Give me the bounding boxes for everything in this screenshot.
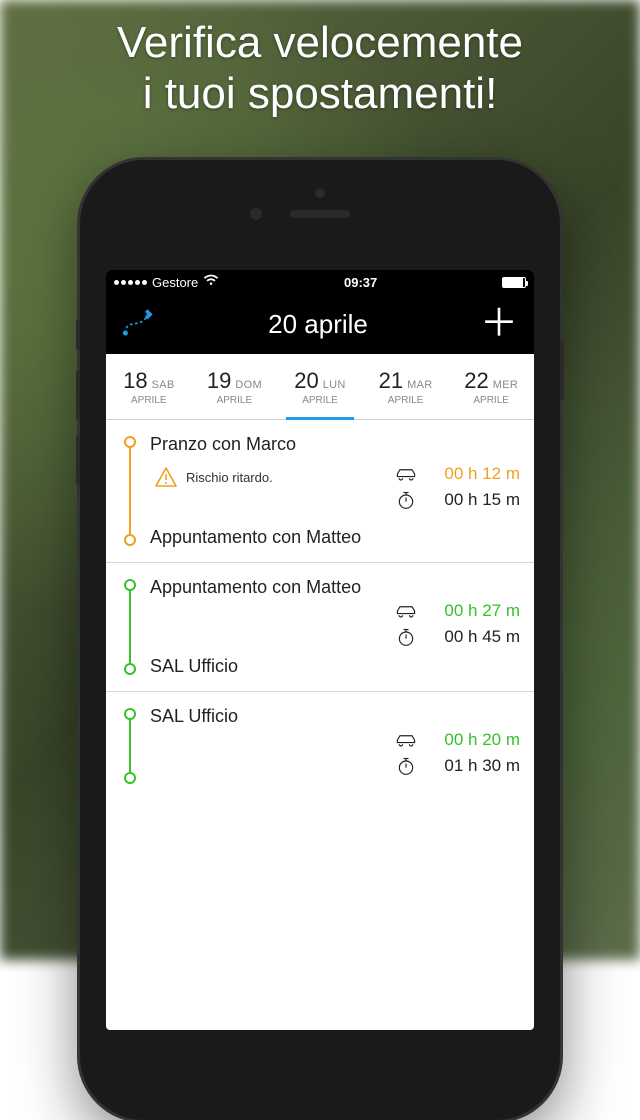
date-cell-3[interactable]: 21 MAR APRILE (363, 354, 449, 419)
phone-frame: Gestore 09:37 20 aprile ＋ 18 SAB APRILE (80, 160, 560, 1120)
stopwatch-icon (394, 756, 418, 776)
date-month: APRILE (388, 395, 424, 406)
date-month: APRILE (131, 395, 167, 406)
carrier-label: Gestore (152, 275, 198, 290)
tagline-line2: i tuoi spostamenti! (143, 69, 498, 118)
date-month: APRILE (473, 395, 509, 406)
car-icon (394, 730, 418, 750)
phone-vol-up (76, 370, 80, 420)
trip-to: SAL Ufficio (150, 656, 520, 677)
app-screen: Gestore 09:37 20 aprile ＋ 18 SAB APRILE (106, 270, 534, 1030)
trip-metrics: 00 h 12 m 00 h 15 m (394, 464, 520, 510)
date-num: 19 (207, 368, 231, 394)
date-cell-2[interactable]: 20 LUN APRILE (277, 354, 363, 419)
timeline-indicator (124, 579, 138, 675)
phone-speaker (290, 210, 350, 218)
tagline-line1: Verifica velocemente (117, 18, 523, 67)
stopwatch-icon (394, 490, 418, 510)
nav-header: 20 aprile ＋ (106, 294, 534, 354)
available-time: 00 h 15 m (428, 490, 520, 510)
date-dow: MAR (407, 379, 432, 391)
date-num: 18 (123, 368, 147, 394)
date-dow: SAB (152, 379, 175, 391)
timeline-indicator (124, 436, 138, 546)
trip-from: Appuntamento con Matteo (150, 577, 520, 598)
date-dow: LUN (323, 379, 346, 391)
phone-sensor (315, 188, 325, 198)
route-icon[interactable] (122, 307, 156, 342)
car-icon (394, 601, 418, 621)
warning-text: Rischio ritardo. (186, 470, 273, 485)
travel-time: 00 h 12 m (428, 464, 520, 484)
trip-item[interactable]: SAL Ufficio 00 h 20 m 01 h 30 m (106, 692, 534, 800)
status-bar: Gestore 09:37 (106, 270, 534, 294)
date-num: 20 (294, 368, 318, 394)
available-time: 01 h 30 m (428, 756, 520, 776)
date-cell-4[interactable]: 22 MER APRILE (448, 354, 534, 419)
date-dow: DOM (235, 379, 262, 391)
trip-item[interactable]: Appuntamento con Matteo SAL Ufficio 00 h… (106, 563, 534, 692)
trip-from: SAL Ufficio (150, 706, 520, 727)
add-button[interactable]: ＋ (480, 305, 518, 343)
trip-to: Appuntamento con Matteo (150, 527, 520, 548)
date-month: APRILE (217, 395, 253, 406)
trip-metrics: 00 h 20 m 01 h 30 m (394, 730, 520, 776)
date-cell-0[interactable]: 18 SAB APRILE (106, 354, 192, 419)
date-cell-1[interactable]: 19 DOM APRILE (192, 354, 278, 419)
car-icon (394, 464, 418, 484)
trip-list: Pranzo con Marco Rischio ritardo. Appunt… (106, 420, 534, 800)
stopwatch-icon (394, 627, 418, 647)
status-time: 09:37 (344, 275, 377, 290)
battery-icon (502, 277, 526, 288)
date-num: 22 (464, 368, 488, 394)
trip-from: Pranzo con Marco (150, 434, 520, 455)
timeline-indicator (124, 708, 138, 784)
date-strip: 18 SAB APRILE 19 DOM APRILE 20 LUN APRILE 2… (106, 354, 534, 420)
phone-power (560, 340, 564, 400)
date-month: APRILE (302, 395, 338, 406)
available-time: 00 h 45 m (428, 627, 520, 647)
phone-camera (250, 208, 262, 220)
travel-time: 00 h 27 m (428, 601, 520, 621)
trip-item[interactable]: Pranzo con Marco Rischio ritardo. Appunt… (106, 420, 534, 563)
phone-vol-down (76, 435, 80, 485)
wifi-icon (203, 274, 219, 290)
date-dow: MER (493, 379, 518, 391)
signal-dots-icon (114, 280, 147, 285)
date-num: 21 (379, 368, 403, 394)
warning-icon (154, 465, 178, 489)
nav-title: 20 aprile (268, 309, 368, 340)
travel-time: 00 h 20 m (428, 730, 520, 750)
trip-metrics: 00 h 27 m 00 h 45 m (394, 601, 520, 647)
promo-tagline: Verifica velocemente i tuoi spostamenti! (0, 18, 640, 119)
phone-mute-switch (76, 320, 80, 350)
